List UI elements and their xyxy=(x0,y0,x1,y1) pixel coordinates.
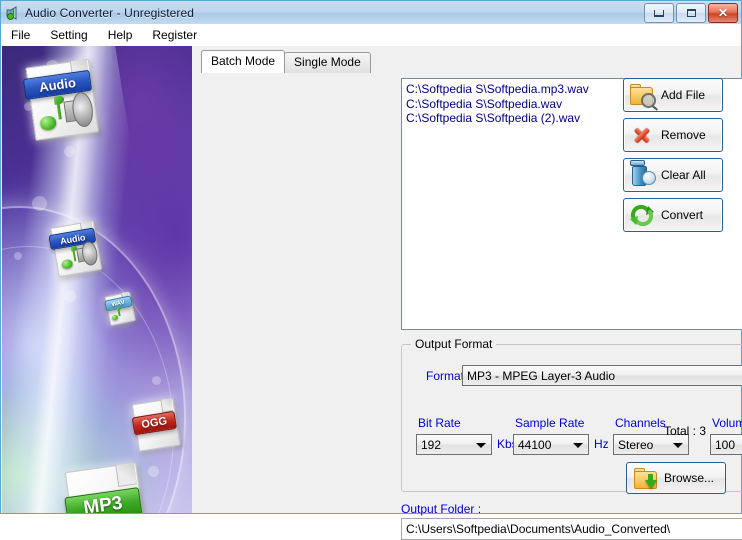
add-file-label: Add File xyxy=(661,88,706,102)
bit-rate-label: Bit Rate xyxy=(418,416,461,430)
speaker-icon xyxy=(75,240,99,267)
main-content: Batch Mode Single Mode C:\Softpedia S\So… xyxy=(192,46,742,540)
mp3-file-icon: MP3 xyxy=(64,462,148,513)
volume-value: 100 xyxy=(715,437,736,452)
maximize-icon xyxy=(686,9,696,17)
minimize-icon xyxy=(654,9,664,17)
close-button[interactable]: ✕ xyxy=(708,3,738,23)
bit-rate-value: 192 xyxy=(421,437,442,452)
channels-value: Stereo xyxy=(618,437,654,452)
folder-download-icon xyxy=(633,467,657,489)
bubble xyxy=(64,290,76,302)
clear-all-label: Clear All xyxy=(661,168,706,182)
wav-file-icon: WAV xyxy=(103,291,137,327)
chevron-down-icon xyxy=(476,442,486,448)
title-bar: Audio Converter - Unregistered ✕ xyxy=(1,1,741,25)
window-title: Audio Converter - Unregistered xyxy=(25,5,195,20)
minimize-button[interactable] xyxy=(644,3,674,23)
maximize-button[interactable] xyxy=(676,3,706,23)
format-select[interactable]: MP3 - MPEG Layer-3 Audio xyxy=(462,365,742,386)
remove-button[interactable]: Remove xyxy=(623,118,723,152)
convert-label: Convert xyxy=(661,208,704,222)
menu-item-setting[interactable]: Setting xyxy=(40,26,97,44)
close-icon: ✕ xyxy=(717,6,729,20)
format-value: MP3 - MPEG Layer-3 Audio xyxy=(467,368,616,383)
bubble xyxy=(14,252,22,260)
bubble xyxy=(148,466,159,477)
menu-item-help[interactable]: Help xyxy=(98,26,143,44)
tab-strip: Batch Mode Single Mode xyxy=(201,50,371,73)
red-x-icon xyxy=(629,123,655,147)
tab-batch-mode[interactable]: Batch Mode xyxy=(201,50,286,73)
decorative-art-panel: Audio Audio WAV OGG MP3 xyxy=(2,46,192,513)
note-head xyxy=(39,115,58,131)
window-controls: ✕ xyxy=(644,3,738,23)
menu-bar: File Setting Help Register xyxy=(1,24,741,47)
bit-rate-select[interactable]: 192 xyxy=(416,434,492,455)
output-folder-input[interactable]: C:\Users\Softpedia\Documents\Audio_Conve… xyxy=(401,518,742,540)
menu-item-register[interactable]: Register xyxy=(142,26,207,44)
total-count: Total : 3 xyxy=(663,424,707,438)
sample-rate-select[interactable]: 44100 xyxy=(513,434,589,455)
action-button-group: Add File Remove Clear All Convert xyxy=(623,78,733,238)
chevron-down-icon xyxy=(573,442,583,448)
clear-all-button[interactable]: Clear All xyxy=(623,158,723,192)
remove-label: Remove xyxy=(661,128,706,142)
convert-button[interactable]: Convert xyxy=(623,198,723,232)
music-note-icon xyxy=(110,306,123,321)
bubble xyxy=(152,376,161,385)
note-flag xyxy=(116,306,121,311)
speaker-icon xyxy=(62,90,96,129)
green-arrows-icon xyxy=(629,203,655,227)
audio-file-icon-medium: Audio xyxy=(48,220,103,278)
folder-search-icon xyxy=(629,83,656,108)
sample-rate-value: 44100 xyxy=(518,437,552,452)
audio-file-icon-large: Audio xyxy=(23,58,99,141)
bubble xyxy=(64,146,75,157)
browse-button[interactable]: Browse... xyxy=(626,462,726,494)
tab-single-mode[interactable]: Single Mode xyxy=(284,52,371,73)
sample-rate-unit: Hz xyxy=(594,437,609,451)
trash-bin-icon xyxy=(629,160,656,187)
bubble xyxy=(32,196,47,211)
file-corner-fold xyxy=(115,462,138,487)
note-head xyxy=(61,258,74,270)
sample-rate-label: Sample Rate xyxy=(515,416,585,430)
chevron-down-icon xyxy=(673,442,683,448)
ogg-file-icon: OGG xyxy=(131,397,181,452)
browse-label: Browse... xyxy=(664,471,715,485)
menu-item-file[interactable]: File xyxy=(1,26,40,44)
output-format-title: Output Format xyxy=(411,337,497,351)
app-icon xyxy=(5,5,21,21)
application-window: Audio Converter - Unregistered ✕ File Se… xyxy=(0,0,742,540)
add-file-button[interactable]: Add File xyxy=(623,78,723,112)
